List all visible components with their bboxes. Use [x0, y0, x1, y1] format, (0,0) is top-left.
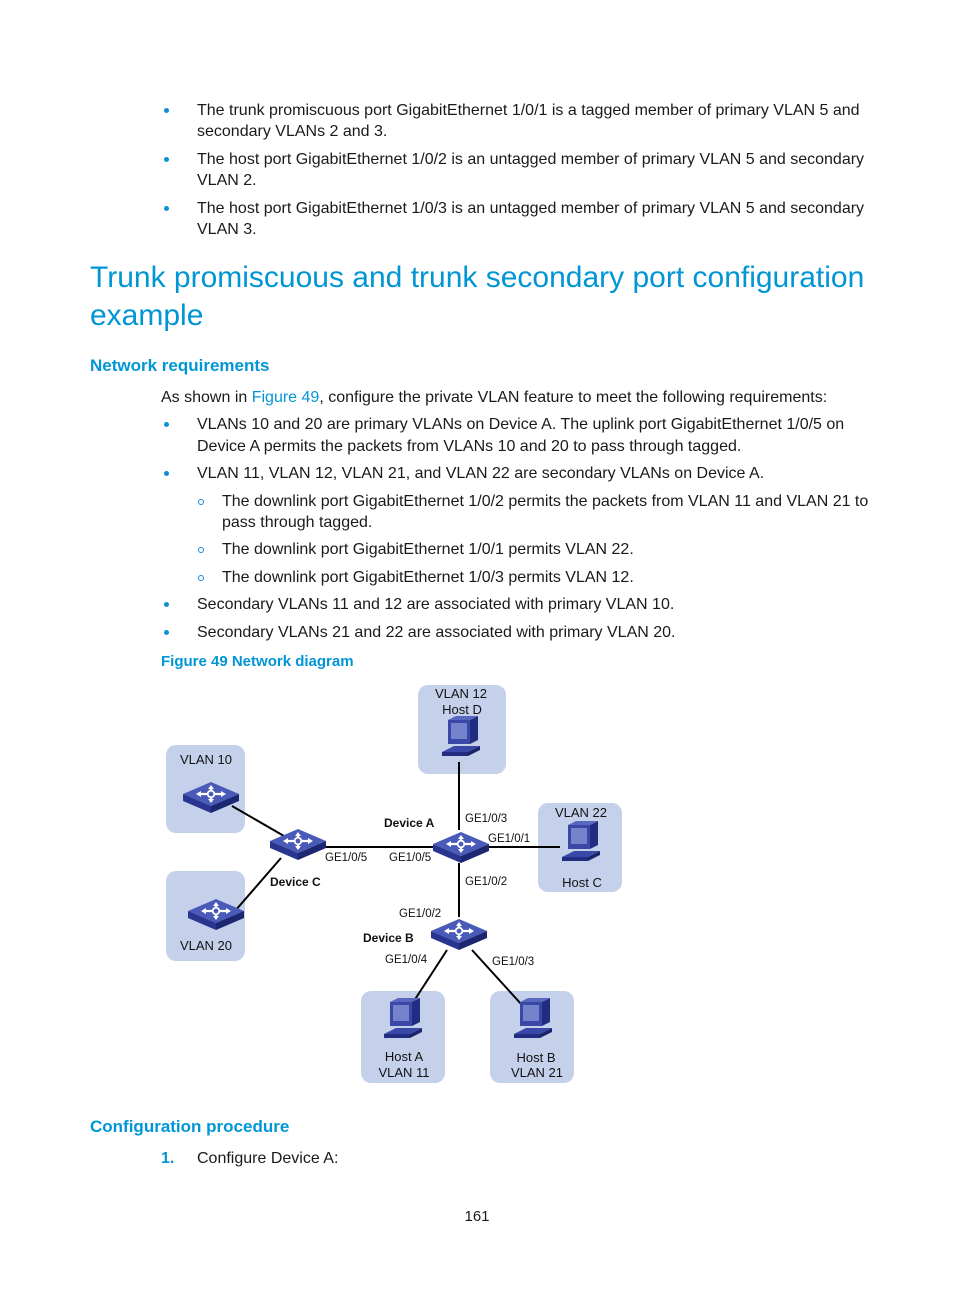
label-port-b-ge104: GE1/0/4: [385, 954, 428, 966]
label-host-b: Host B: [516, 1050, 555, 1065]
label-port-a-ge103: GE1/0/3: [465, 813, 507, 825]
label-vlan11: VLAN 11: [378, 1065, 429, 1080]
label-port-c-ge105: GE1/0/5: [325, 852, 367, 864]
switch-icon-device-b: [429, 917, 489, 952]
label-vlan21: VLAN 21: [511, 1065, 563, 1080]
label-vlan12: VLAN 12: [435, 686, 487, 701]
label-port-b-ge103: GE1/0/3: [492, 956, 534, 968]
switch-icon-device-a: [431, 830, 491, 865]
network-diagram: VLAN 10 VLAN 20 VLAN 12 Host D VLAN 22 H…: [166, 685, 622, 1083]
step-1-text: Configure Device A:: [197, 1150, 339, 1167]
label-device-a: Device A: [384, 816, 435, 830]
label-host-a: Host A: [385, 1049, 424, 1064]
page-number: 161: [464, 1208, 490, 1225]
label-vlan20: VLAN 20: [180, 938, 232, 953]
configuration-procedure-heading: Configuration procedure: [90, 1117, 290, 1136]
label-port-a-ge101: GE1/0/1: [488, 833, 530, 845]
label-vlan10: VLAN 10: [180, 752, 232, 767]
label-host-d: Host D: [442, 702, 482, 717]
step-1: 1.: [161, 1148, 174, 1169]
label-port-b-ge102: GE1/0/2: [399, 908, 441, 920]
label-port-a-ge105: GE1/0/5: [389, 852, 431, 864]
label-port-a-ge102: GE1/0/2: [465, 876, 507, 888]
label-device-b: Device B: [363, 931, 414, 945]
label-vlan22: VLAN 22: [555, 805, 607, 820]
label-host-c: Host C: [562, 875, 602, 890]
step-number: 1.: [161, 1150, 175, 1167]
label-device-c: Device C: [270, 875, 321, 889]
